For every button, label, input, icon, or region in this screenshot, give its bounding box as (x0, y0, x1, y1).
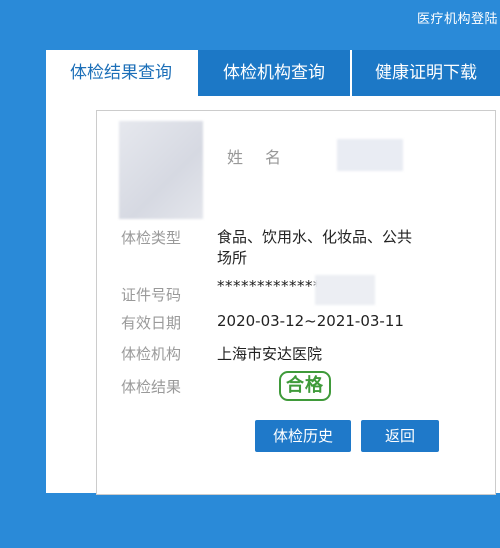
tab-exam-institution-query[interactable]: 体检机构查询 (198, 50, 350, 96)
back-button[interactable]: 返回 (361, 420, 439, 452)
photo-placeholder (119, 121, 203, 219)
valid-date-value: 2020-03-12~2021-03-11 (217, 312, 404, 330)
valid-date-label: 有效日期 (121, 314, 182, 332)
medical-institution-login-link[interactable]: 医疗机构登陆 (417, 8, 498, 27)
exam-history-button[interactable]: 体检历史 (255, 420, 351, 452)
name-value-redacted (337, 139, 403, 171)
tab-health-certificate-download[interactable]: 健康证明下载 (352, 50, 500, 96)
tab-bar: 体检结果查询 体检机构查询 健康证明下载 (46, 50, 500, 96)
exam-result-label: 体检结果 (121, 378, 182, 396)
exam-type-value: 食品、饮用水、化妆品、公共场所 (217, 228, 413, 267)
tab-exam-result-query[interactable]: 体检结果查询 (46, 50, 196, 96)
id-number-redacted (315, 275, 375, 305)
exam-type-label: 体检类型 (121, 229, 182, 247)
exam-institution-value: 上海市安达医院 (217, 345, 323, 363)
result-card: 姓名 体检类型 食品、饮用水、化妆品、公共场所 证件号码 ***********… (96, 110, 496, 495)
exam-institution-label: 体检机构 (121, 345, 182, 363)
id-number-label: 证件号码 (121, 286, 182, 304)
main-panel: 体检结果查询 体检机构查询 健康证明下载 姓名 体检类型 食品、饮用水、化妆品、… (46, 50, 500, 495)
id-number-value: ************* (217, 277, 321, 295)
name-label: 姓名 (227, 148, 304, 167)
qualified-stamp: 合格 (279, 371, 331, 401)
